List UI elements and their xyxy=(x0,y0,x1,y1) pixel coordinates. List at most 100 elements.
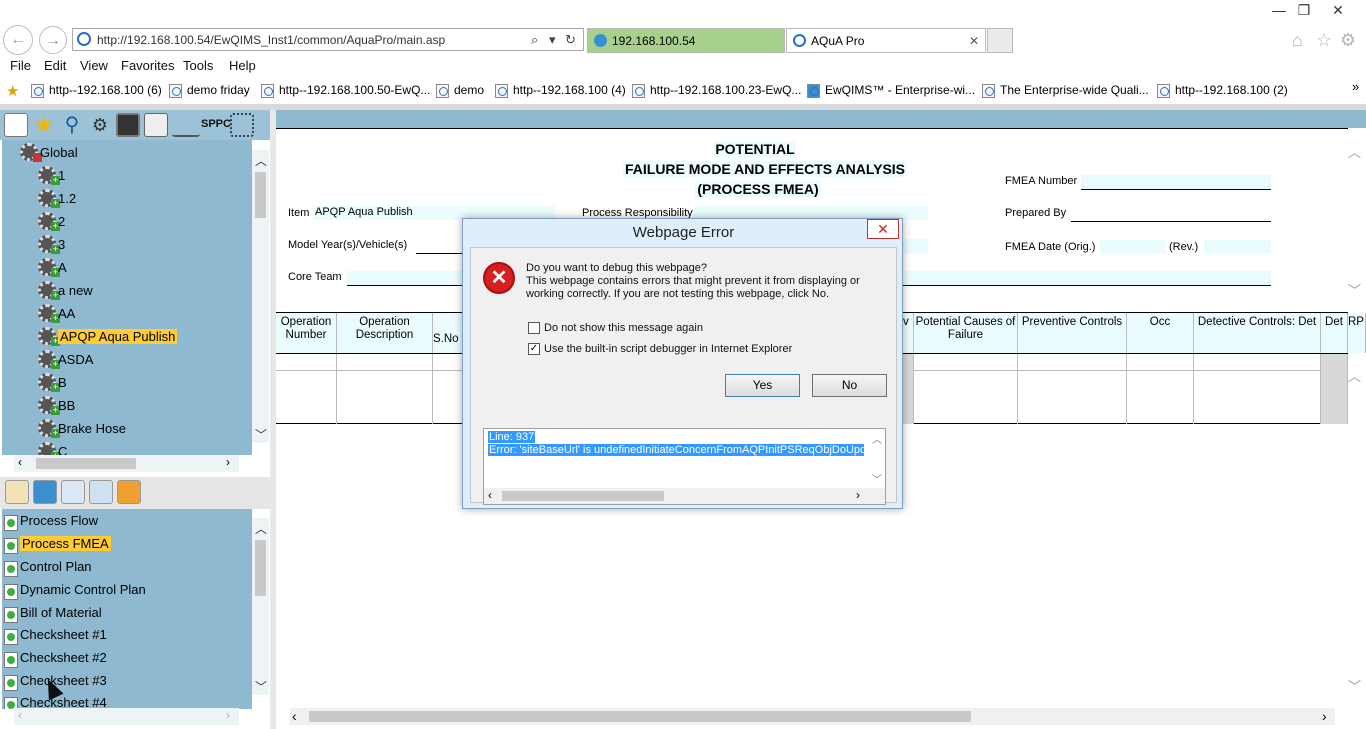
address-url[interactable]: http://192.168.100.54/EwQIMS_Inst1/commo… xyxy=(97,33,445,47)
table-cell[interactable] xyxy=(1127,354,1194,424)
close-tab-icon[interactable]: ✕ xyxy=(969,34,979,48)
gear-tool-icon[interactable] xyxy=(116,113,140,137)
new-tab-button[interactable] xyxy=(987,28,1013,53)
scroll-right-icon[interactable]: › xyxy=(226,708,230,722)
more-favorites-button[interactable]: » xyxy=(1352,79,1359,94)
flow-tool-icon[interactable] xyxy=(172,113,200,137)
tab-ip[interactable]: 192.168.100.54 xyxy=(587,28,785,53)
scroll-down-icon[interactable]: ﹀ xyxy=(255,426,267,443)
favorite-link[interactable]: demo friday xyxy=(169,83,250,98)
refresh-icon[interactable]: ↻ xyxy=(565,32,576,48)
favorite-link[interactable]: http--192.168.100 (6) xyxy=(31,83,162,98)
form-tool-icon[interactable] xyxy=(4,113,28,137)
do-not-show-checkbox[interactable] xyxy=(528,322,540,334)
doc-horizontal-scrollbar[interactable]: ‹ › xyxy=(14,708,239,725)
star-tool-icon[interactable]: ★ xyxy=(32,113,56,137)
scroll-left-icon[interactable]: ‹ xyxy=(18,455,22,469)
table-cell[interactable] xyxy=(276,354,337,424)
scroll-thumb[interactable] xyxy=(36,458,136,469)
address-bar[interactable]: http://192.168.100.54/EwQIMS_Inst1/commo… xyxy=(72,28,584,51)
table-cell[interactable] xyxy=(337,354,433,424)
no-button[interactable]: No xyxy=(812,374,887,397)
list-item[interactable]: Dynamic Control Plan xyxy=(4,582,146,604)
scroll-thumb[interactable] xyxy=(255,172,266,218)
search-icon[interactable]: ⌕ xyxy=(531,32,538,48)
scroll-down-icon[interactable]: ﹀ xyxy=(255,678,267,695)
scroll-up-icon[interactable]: ︿ xyxy=(255,520,267,537)
list-item[interactable]: Control Plan xyxy=(4,559,92,581)
cart-tool-icon[interactable]: ⚙ xyxy=(88,113,112,137)
table-cell[interactable] xyxy=(903,354,914,424)
list-item[interactable]: Bill of Material xyxy=(4,605,102,627)
do-not-show-label[interactable]: Do not show this message again xyxy=(544,322,703,334)
tree-horizontal-scrollbar[interactable]: ‹ › xyxy=(14,455,239,472)
use-debugger-checkbox[interactable]: ✓ xyxy=(528,343,540,355)
fmea-date-orig-field[interactable] xyxy=(1100,240,1166,254)
favorite-link[interactable]: http--192.168.100 (4) xyxy=(495,83,626,98)
fmea-date-rev-field[interactable] xyxy=(1204,240,1271,254)
scroll-right-icon[interactable]: › xyxy=(856,488,860,502)
table-cell[interactable] xyxy=(1321,354,1348,424)
favorite-link[interactable]: http--192.168.100.50-EwQ... xyxy=(261,83,430,98)
scroll-left-icon[interactable]: ‹ xyxy=(488,488,492,502)
forward-button[interactable]: → xyxy=(39,26,67,54)
favorite-link[interactable]: EwQIMS™ - Enterprise-wi... xyxy=(807,83,975,98)
add-favorite-icon[interactable]: ★ xyxy=(6,82,19,100)
form-horizontal-scrollbar[interactable]: ‹ › xyxy=(290,708,1335,725)
scroll-up-icon[interactable]: ︿ xyxy=(872,431,882,446)
close-window-button[interactable]: ✕ xyxy=(1327,2,1349,18)
list-item[interactable]: Checksheet #3 xyxy=(4,673,107,695)
yes-button[interactable]: Yes xyxy=(725,374,800,397)
tree-vertical-scrollbar[interactable]: ︿ ﹀ xyxy=(252,150,269,443)
scroll-left-icon[interactable]: ‹ xyxy=(292,708,297,724)
scroll-down-icon[interactable]: ﹀ xyxy=(1348,676,1361,695)
network-tool-icon[interactable] xyxy=(230,113,254,137)
menu-file[interactable]: File xyxy=(10,58,31,73)
list-item[interactable]: Checksheet #4 xyxy=(4,695,107,709)
list-item[interactable]: Process Flow xyxy=(4,513,98,535)
dialog-close-button[interactable]: ✕ xyxy=(867,219,899,239)
chart-tool-icon[interactable] xyxy=(144,113,168,137)
scroll-up-icon[interactable]: ︿ xyxy=(1348,366,1361,385)
core-team-field-ext[interactable] xyxy=(896,271,1271,285)
scroll-down-icon[interactable]: ﹀ xyxy=(872,471,882,486)
table-cell[interactable] xyxy=(1194,354,1321,424)
scroll-right-icon[interactable]: › xyxy=(226,455,230,469)
favorite-link[interactable]: http--192.168.100.23-EwQ... xyxy=(632,83,801,98)
table-cell[interactable] xyxy=(1018,354,1127,424)
core-team-field[interactable] xyxy=(347,271,462,285)
search-tool-icon[interactable]: ⚲ xyxy=(60,113,84,137)
scroll-thumb[interactable] xyxy=(502,491,664,501)
scroll-thumb[interactable] xyxy=(309,711,971,722)
scroll-left-icon[interactable]: ‹ xyxy=(18,708,22,722)
home-icon[interactable]: ⌂ xyxy=(1292,30,1303,51)
people-tool-icon[interactable] xyxy=(117,480,141,504)
copy-tool-icon[interactable] xyxy=(89,480,113,504)
table-cell[interactable] xyxy=(433,354,463,424)
minimize-button[interactable]: — xyxy=(1268,2,1290,18)
list-item[interactable]: Checksheet #2 xyxy=(4,650,107,672)
menu-view[interactable]: View xyxy=(80,58,108,73)
favorite-link[interactable]: demo xyxy=(436,83,484,98)
favorites-star-icon[interactable]: ☆ xyxy=(1316,30,1332,51)
favorite-link[interactable]: http--192.168.100 (2) xyxy=(1157,83,1288,98)
scroll-up-icon[interactable]: ︿ xyxy=(1348,142,1361,161)
report-tool-icon[interactable] xyxy=(61,480,85,504)
tab-aqua-pro[interactable]: AQuA Pro ✕ xyxy=(786,28,986,53)
dropdown-icon[interactable]: ▾ xyxy=(549,32,556,48)
error-details-box[interactable]: Line: 937 Error: 'siteBaseUrl' is undefi… xyxy=(483,428,886,505)
fmea-number-field[interactable] xyxy=(1081,175,1271,189)
back-button[interactable]: ← xyxy=(3,25,33,55)
sppc-label[interactable]: SPPC xyxy=(201,118,231,130)
favorite-link[interactable]: The Enterprise-wide Quali... xyxy=(982,83,1149,98)
scroll-right-icon[interactable]: › xyxy=(1322,708,1327,724)
list-item-selected[interactable]: Process FMEA xyxy=(4,536,111,558)
doc-vertical-scrollbar[interactable]: ︿ ﹀ xyxy=(252,518,269,695)
tools-gear-icon[interactable]: ⚙ xyxy=(1340,30,1356,51)
scroll-thumb[interactable] xyxy=(255,540,266,596)
menu-edit[interactable]: Edit xyxy=(44,58,66,73)
refresh-tool-icon[interactable] xyxy=(33,480,57,504)
restore-button[interactable]: ❐ xyxy=(1293,2,1315,18)
table-cell[interactable] xyxy=(914,354,1018,424)
scroll-down-icon[interactable]: ﹀ xyxy=(1348,280,1361,299)
